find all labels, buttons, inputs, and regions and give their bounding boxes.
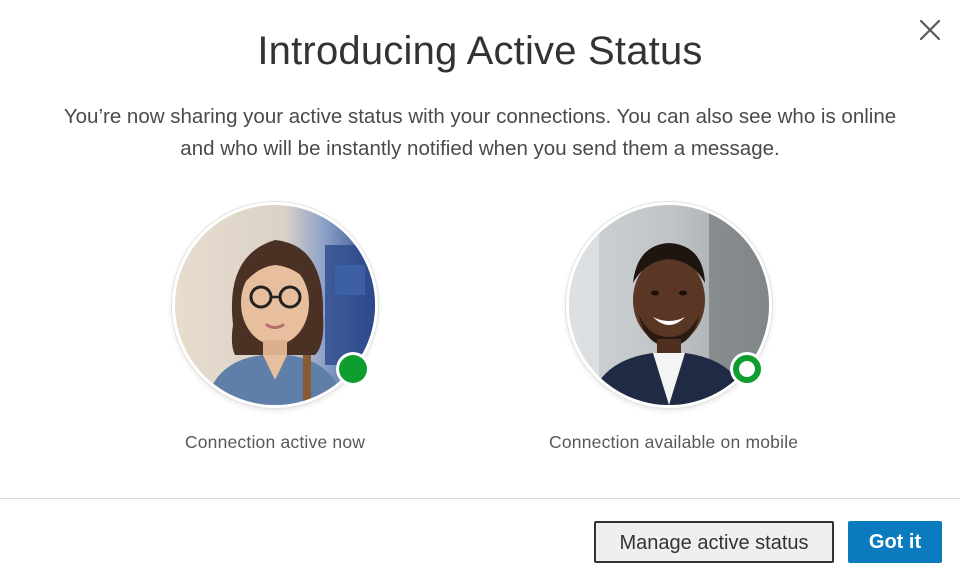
mobile-ring-icon [733,355,761,383]
caption-available-mobile: Connection available on mobile [549,432,799,452]
modal-title: Introducing Active Status [257,29,703,73]
avatar-wrapper [566,202,772,408]
mobile-status-indicator [730,352,764,386]
example-available-mobile: Connection available on mobile [549,202,799,453]
avatar-wrapper [172,202,378,408]
caption-active-now: Connection active now [184,432,366,452]
got-it-button[interactable]: Got it [848,521,942,563]
modal-description: You’re now sharing your active status wi… [63,105,897,160]
example-active-now: Connection active now [155,202,395,453]
footer-divider [0,498,960,499]
manage-active-status-button[interactable]: Manage active status [594,521,834,563]
active-status-indicator [336,352,370,386]
active-status-modal: Introducing Active Status You’re now sha… [0,0,960,581]
active-dot-icon [339,355,367,383]
